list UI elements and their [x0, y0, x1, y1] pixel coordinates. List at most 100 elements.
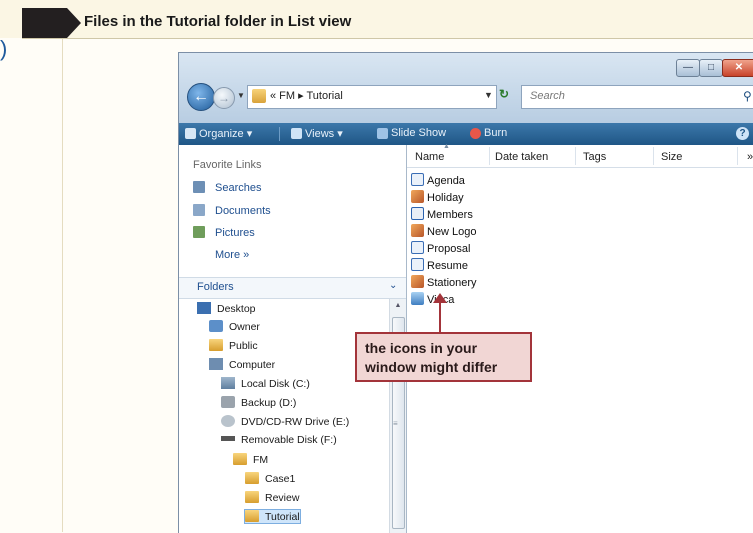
tree-item-removable-disk[interactable]: Removable Disk (F:)	[221, 434, 337, 446]
column-separator[interactable]	[653, 147, 654, 165]
tree-item-label: Tutorial	[265, 511, 300, 523]
tree-item-desktop[interactable]: Desktop	[197, 302, 256, 315]
search-input[interactable]: Search ⚲	[521, 85, 753, 109]
maximize-button[interactable]: □	[699, 59, 723, 77]
favorite-link-label: Searches	[215, 182, 262, 194]
file-name: Stationery	[427, 277, 477, 289]
column-header-name[interactable]: Name	[415, 151, 444, 163]
favorite-link-searches[interactable]: Searches	[193, 181, 261, 194]
organize-icon	[185, 128, 196, 139]
file-name: Members	[427, 209, 473, 221]
burn-icon	[470, 128, 481, 139]
address-breadcrumb: « FM ▸ Tutorial	[270, 90, 343, 102]
tree-item-review[interactable]: Review	[245, 491, 299, 504]
folders-header[interactable]: Folders ⌄	[179, 277, 406, 299]
tree-item-computer[interactable]: Computer	[209, 358, 275, 371]
address-dropdown-icon[interactable]: ▼	[484, 90, 493, 100]
toolbar-separator	[279, 127, 280, 141]
column-headers: ▲ Name Date taken Tags Size »	[407, 143, 753, 168]
column-header-size[interactable]: Size	[661, 151, 682, 163]
file-name: Agenda	[427, 175, 465, 187]
close-button[interactable]: ✕	[722, 59, 753, 77]
column-header-tags[interactable]: Tags	[583, 151, 606, 163]
views-icon	[291, 128, 302, 139]
callout-text: the icons in your window might differ	[365, 339, 497, 377]
tree-item-local-disk[interactable]: Local Disk (C:)	[221, 377, 310, 390]
minimize-icon: —	[683, 62, 693, 73]
tree-item-label: Computer	[229, 359, 276, 371]
callout-line-1: the icons in your	[365, 340, 478, 356]
documents-icon	[193, 204, 205, 216]
favorite-links-more[interactable]: More »	[215, 249, 249, 261]
tree-item-label: Review	[265, 492, 300, 504]
column-separator[interactable]	[737, 147, 738, 165]
tree-item-label: Backup (D:)	[241, 397, 297, 409]
help-icon[interactable]: ?	[736, 127, 749, 140]
column-separator[interactable]	[489, 147, 490, 165]
more-columns-icon[interactable]: »	[747, 151, 753, 163]
file-item-resume[interactable]: Resume	[411, 258, 468, 272]
pictures-icon	[193, 226, 205, 238]
organize-button[interactable]: Organize ▾	[199, 127, 252, 140]
photo-file-icon	[411, 275, 424, 288]
folder-icon	[209, 339, 223, 351]
local-disk-icon	[221, 377, 235, 389]
file-name: New Logo	[427, 226, 477, 238]
tree-item-dvd-drive[interactable]: DVD/CD-RW Drive (E:)	[221, 415, 349, 428]
file-item-stationery[interactable]: Stationery	[411, 275, 477, 289]
tree-item-label: Owner	[229, 321, 260, 333]
maximize-icon: □	[707, 62, 715, 73]
tree-item-label: Removable Disk (F:)	[241, 434, 337, 446]
file-item-members[interactable]: Members	[411, 207, 473, 221]
favorite-link-documents[interactable]: Documents	[193, 204, 271, 217]
drive-icon	[221, 396, 235, 408]
explorer-window: — □ ✕ ← → ▼ « FM ▸ Tutorial ▼ ↻ Search ⚲…	[178, 52, 753, 533]
back-button[interactable]: ←	[187, 83, 215, 111]
user-folder-icon	[209, 320, 223, 332]
figure-left-border	[62, 39, 63, 532]
tree-item-fm[interactable]: FM	[233, 453, 268, 466]
address-bar[interactable]: « FM ▸ Tutorial ▼	[247, 85, 497, 109]
tree-item-label: Local Disk (C:)	[241, 378, 310, 390]
favorite-link-pictures[interactable]: Pictures	[193, 226, 255, 239]
tree-item-case1[interactable]: Case1	[245, 472, 295, 485]
command-bar: Organize ▾ Views ▾ Slide Show Burn ?	[179, 123, 753, 145]
back-arrow-icon: ←	[193, 88, 209, 105]
figure-caption: Files in the Tutorial folder in List vie…	[84, 13, 352, 30]
folder-icon	[233, 453, 247, 465]
forward-arrow-icon: →	[218, 91, 230, 105]
burn-button[interactable]: Burn	[484, 127, 507, 139]
file-item-agenda[interactable]: Agenda	[411, 173, 465, 187]
column-separator[interactable]	[575, 147, 576, 165]
chevron-down-icon[interactable]: ⌄	[389, 280, 397, 291]
web-page-icon	[411, 207, 424, 220]
file-item-new-logo[interactable]: New Logo	[411, 224, 477, 238]
word-document-icon	[411, 258, 424, 271]
forward-button[interactable]: →	[213, 87, 235, 109]
column-header-date-taken[interactable]: Date taken	[495, 151, 548, 163]
file-item-holiday[interactable]: Holiday	[411, 190, 464, 204]
folder-icon	[245, 472, 259, 484]
search-placeholder: Search	[530, 90, 565, 102]
minimize-button[interactable]: —	[676, 59, 700, 77]
tree-item-owner[interactable]: Owner	[209, 320, 260, 333]
window-controls: — □ ✕	[676, 59, 753, 77]
dvd-drive-icon	[221, 415, 235, 427]
word-document-icon	[411, 241, 424, 254]
recent-pages-dropdown[interactable]: ▼	[237, 91, 245, 100]
tree-item-label: FM	[253, 454, 269, 466]
tree-item-backup[interactable]: Backup (D:)	[221, 396, 296, 409]
file-item-proposal[interactable]: Proposal	[411, 241, 470, 255]
tree-item-tutorial[interactable]: Tutorial	[244, 509, 301, 524]
close-icon: ✕	[734, 62, 744, 73]
views-button[interactable]: Views ▾	[305, 127, 343, 140]
file-name: Holiday	[427, 192, 464, 204]
scroll-up-icon[interactable]: ▲	[390, 299, 406, 313]
tree-item-label: Desktop	[217, 303, 256, 315]
slideshow-button[interactable]: Slide Show	[391, 127, 446, 139]
refresh-button[interactable]: ↻	[499, 87, 509, 101]
tree-item-public[interactable]: Public	[209, 339, 258, 352]
search-icon[interactable]: ⚲	[743, 89, 752, 103]
figure-header-tab	[22, 8, 67, 38]
removable-disk-icon	[221, 436, 235, 441]
